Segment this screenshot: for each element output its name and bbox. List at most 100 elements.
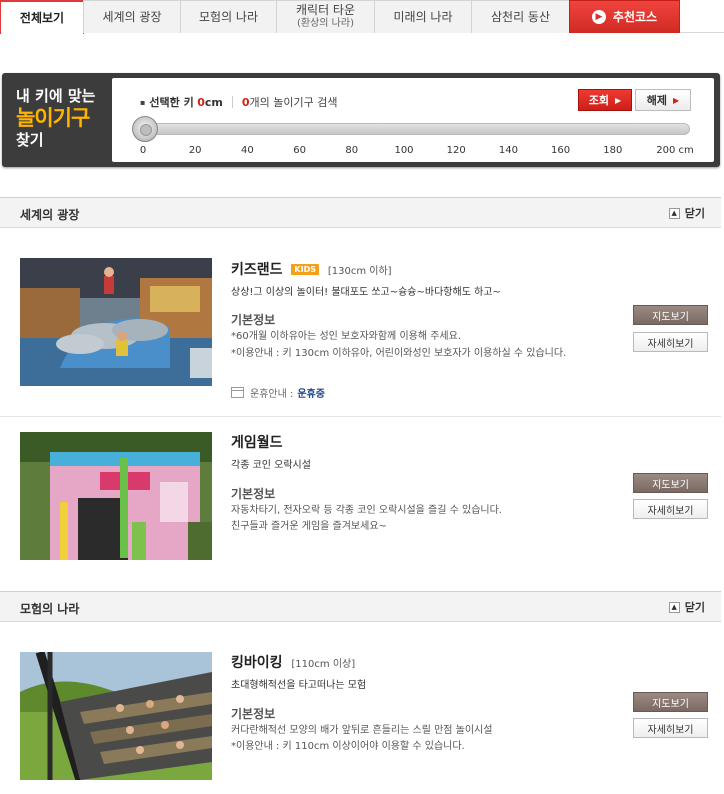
height-slider-track[interactable] [136, 123, 690, 135]
selected-height-label: 선택한 키 [149, 96, 194, 109]
info-title: 기본정보 [231, 487, 276, 501]
tab-label: 세계의 광장 [102, 9, 162, 24]
section-title: 모험의 나라 [20, 602, 80, 616]
ride-description: 초대형해적선을 타고떠나는 모험 [231, 680, 367, 691]
map-button[interactable]: 지도보기 [633, 473, 708, 493]
height-restriction: [130cm 이하] [327, 266, 392, 277]
tab-label: 캐릭터 타운 [295, 3, 355, 17]
map-button-label: 지도보기 [652, 698, 689, 710]
arrow-right-icon: ▶ [591, 10, 606, 24]
height-tick-label: 20 [188, 145, 202, 156]
height-tick-label: 100 [394, 145, 414, 156]
tab-label: 전체보기 [19, 10, 65, 25]
map-button-label: 지도보기 [652, 311, 689, 323]
ride-photo-gameworld [20, 432, 212, 560]
height-ride-finder: 내 키에 맞는 놀이기구 찾기 ▪ 선택한 키 0 cm 0 개의 놀이기구 검… [2, 73, 720, 167]
tab-label: 모험의 나라 [198, 9, 258, 24]
section-header-adventure: 모험의 나라 ▲ 닫기 [0, 591, 721, 622]
tab-character-town[interactable]: 캐릭터 타운 (환상의 나라) [276, 0, 375, 33]
detail-button-label: 자세히보기 [647, 338, 694, 350]
tab-label: 삼천리 동산 [490, 9, 550, 24]
reset-button[interactable]: 해제 ▶ [635, 89, 691, 111]
height-slider-handle[interactable] [132, 116, 158, 142]
bullet-icon: ▪ [140, 97, 146, 107]
tab-label: 미래의 나라 [393, 9, 453, 24]
height-tick-label: 180 [603, 145, 623, 156]
section-title: 세계의 광장 [20, 208, 80, 222]
detail-button[interactable]: 자세히보기 [633, 332, 708, 352]
tab-recommended-course[interactable]: ▶ 추천코스 [569, 0, 680, 33]
calendar-icon [231, 387, 244, 398]
height-tick-label: 0 [139, 145, 147, 156]
detail-button-label: 자세히보기 [647, 505, 694, 517]
info-line: 친구들과 즐거운 게임을 즐겨보세요~ [231, 521, 387, 532]
height-tick-label: 120 [446, 145, 466, 156]
tab-adventure[interactable]: 모험의 나라 [180, 0, 277, 33]
detail-button-label: 자세히보기 [647, 724, 694, 736]
info-line: *이용안내 : 키 110cm 이상이어야 이용할 수 있습니다. [231, 741, 465, 752]
ride-category-tabs: 전체보기 세계의 광장 모험의 나라 캐릭터 타운 (환상의 나라) 미래의 나… [0, 0, 724, 34]
collapse-button[interactable]: ▲ 닫기 [668, 205, 705, 221]
finder-panel: ▪ 선택한 키 0 cm 0 개의 놀이기구 검색 조회 ▶ 해제 ▶ 0 20 4… [112, 78, 714, 162]
ride-photo-kidsland [20, 258, 212, 386]
finder-title-line1: 내 키에 맞는 [16, 87, 96, 105]
list-item: 킹바이킹 [110cm 이상] 초대형해적선을 타고떠나는 모험 기본정보 커다… [0, 622, 721, 794]
detail-button[interactable]: 자세히보기 [633, 718, 708, 738]
ride-title: 킹바이킹 [231, 655, 283, 671]
info-title: 기본정보 [231, 707, 276, 721]
info-line: 커다란해적선 모양의 배가 앞뒤로 흔들리는 스릴 만점 놀이시설 [231, 725, 493, 736]
ride-description: 각종 코인 오락시설 [231, 460, 311, 471]
reset-button-label: 해제 [646, 94, 668, 107]
kids-badge: KIDS [291, 264, 319, 275]
divider [231, 96, 233, 108]
info-line: *60개월 이하유아는 성인 보호자와함께 이용해 주세요. [231, 331, 461, 342]
finder-title-line2: 놀이기구 [16, 106, 90, 130]
finder-title-line3: 찾기 [16, 131, 44, 149]
collapse-label: 닫기 [684, 601, 705, 614]
search-status: ▪ 선택한 키 0 cm 0 개의 놀이기구 검색 [140, 94, 337, 110]
height-tick-label: 40 [241, 145, 254, 156]
finder-title: 내 키에 맞는 놀이기구 찾기 [16, 85, 95, 151]
search-button[interactable]: 조회 ▶ [578, 89, 632, 111]
ride-title: 키즈랜드 [231, 262, 283, 278]
tab-future[interactable]: 미래의 나라 [374, 0, 472, 33]
map-button[interactable]: 지도보기 [633, 305, 708, 325]
ride-name: 키즈랜드 KIDS [130cm 이하] [231, 259, 392, 279]
ride-title: 게임월드 [231, 435, 283, 451]
selected-height-unit: cm [204, 95, 223, 109]
ride-name: 게임월드 [231, 432, 283, 452]
arrow-right-icon: ▶ [615, 95, 622, 105]
operation-value: 운휴중 [297, 389, 325, 400]
map-button-label: 지도보기 [652, 479, 689, 491]
result-count-label: 개의 놀이기구 검색 [249, 96, 338, 109]
height-tick-label: 140 [498, 145, 518, 156]
info-line: *이용안내 : 키 130cm 이하유아, 어린이와성인 보호자가 이용하실 수… [231, 348, 567, 359]
result-count: 0 [241, 95, 250, 109]
tab-samcheonri[interactable]: 삼천리 동산 [471, 0, 570, 33]
list-item: 키즈랜드 KIDS [130cm 이하] 상상!그 이상의 놀이터! 불대포도 … [0, 228, 721, 416]
height-tick-label: 80 [345, 145, 359, 156]
info-title: 기본정보 [231, 313, 276, 327]
operation-label: 운휴안내 : [250, 389, 294, 400]
search-button-label: 조회 [588, 94, 610, 107]
section-header-global-fair: 세계의 광장 ▲ 닫기 [0, 197, 721, 228]
map-button[interactable]: 지도보기 [633, 692, 708, 712]
detail-button[interactable]: 자세히보기 [633, 499, 708, 519]
tab-all[interactable]: 전체보기 [0, 0, 84, 34]
tab-label: 추천코스 [612, 9, 658, 24]
arrow-right-icon: ▶ [673, 95, 680, 105]
list-item: 게임월드 각종 코인 오락시설 기본정보 자동차타기, 전자오락 등 각종 코인… [0, 417, 721, 575]
tab-sublabel: (환상의 나라) [297, 18, 354, 29]
chevron-up-icon: ▲ [668, 207, 680, 219]
collapse-button[interactable]: ▲ 닫기 [668, 599, 705, 615]
ride-photo-kingviking [20, 652, 212, 780]
height-tick-label: 60 [293, 145, 306, 156]
tab-global-fair[interactable]: 세계의 광장 [83, 0, 181, 33]
selected-height-value: 0 [197, 95, 205, 109]
ride-description: 상상!그 이상의 놀이터! 불대포도 쏘고~슝슝~바다항해도 하고~ [231, 287, 501, 298]
chevron-up-icon: ▲ [668, 601, 680, 613]
info-line: 자동차타기, 전자오락 등 각종 코인 오락시설을 즐길 수 있습니다. [231, 505, 502, 516]
ride-name: 킹바이킹 [110cm 이상] [231, 652, 355, 672]
collapse-label: 닫기 [684, 207, 705, 220]
height-tick-label: 200 cm [656, 145, 694, 156]
